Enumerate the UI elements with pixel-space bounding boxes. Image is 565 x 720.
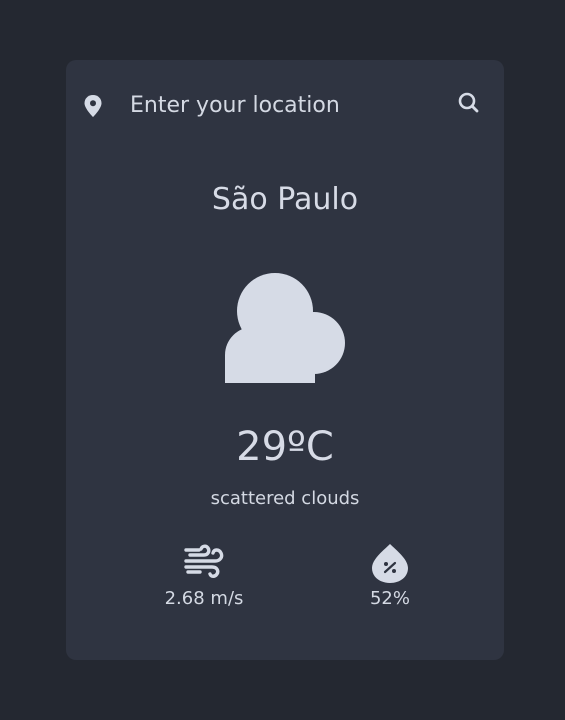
search-icon xyxy=(458,92,479,113)
humidity-stat: 52% xyxy=(330,542,450,609)
humidity-drop-icon xyxy=(372,544,408,583)
cloud-icon xyxy=(225,273,345,383)
location-search-input[interactable] xyxy=(130,87,440,123)
humidity-value: 52% xyxy=(369,588,410,609)
location-pin-icon xyxy=(84,95,102,117)
wind-icon xyxy=(184,544,224,578)
search-button[interactable] xyxy=(450,86,486,122)
wind-speed-value: 2.68 m/s xyxy=(164,588,244,609)
weather-card: São Paulo 29ºC scattered clouds 2.68 m/s xyxy=(66,60,504,660)
city-name: São Paulo xyxy=(211,182,359,217)
temperature: 29ºC xyxy=(236,424,334,470)
wind-speed-stat: 2.68 m/s xyxy=(144,542,264,609)
weather-description: scattered clouds xyxy=(210,488,360,509)
search-bar xyxy=(66,60,504,152)
